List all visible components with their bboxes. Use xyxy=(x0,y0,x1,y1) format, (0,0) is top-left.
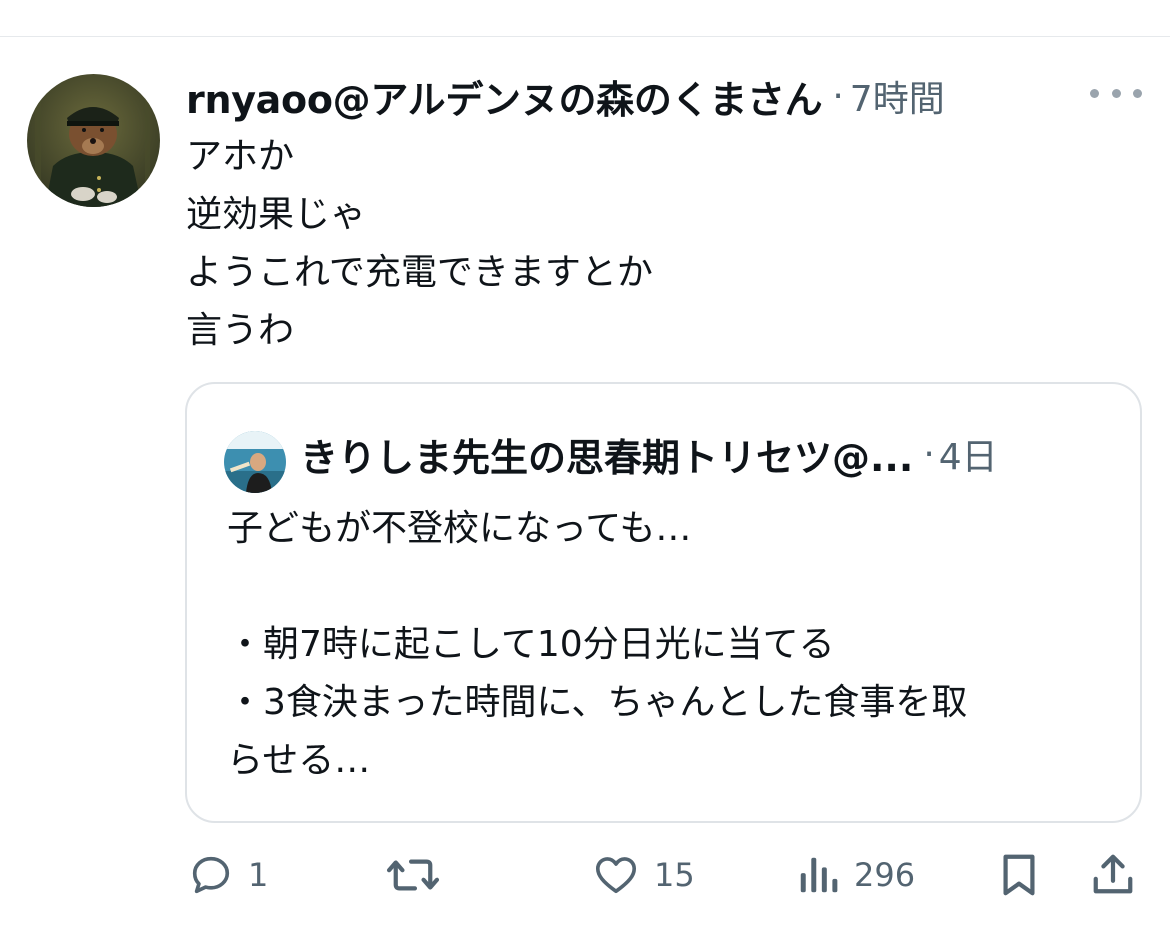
more-horizontal-icon[interactable] xyxy=(1090,78,1142,108)
tweet-action-bar: 1 15 296 xyxy=(0,845,1170,905)
quoted-header-separator: · xyxy=(923,433,935,475)
quoted-line: ・3食決まった時間に、ちゃんとした食事を取 xyxy=(227,682,968,723)
tweet-line: ようこれで充電できますとか xyxy=(186,252,653,293)
quoted-tweet-timestamp[interactable]: 4日 xyxy=(939,428,998,480)
bookmark-button[interactable] xyxy=(998,845,1040,905)
like-count: 15 xyxy=(654,856,695,894)
tweet-line: 逆効果じゃ xyxy=(186,194,367,235)
views-count: 296 xyxy=(854,856,916,894)
tweet-text: アホか 逆効果じゃ ようこれで充電できますとか 言うわ xyxy=(186,128,1126,360)
share-button[interactable] xyxy=(1090,845,1136,905)
quoted-author-avatar[interactable] xyxy=(224,431,286,493)
reply-button[interactable]: 1 xyxy=(188,845,268,905)
top-divider xyxy=(0,36,1170,37)
like-button[interactable]: 15 xyxy=(592,845,695,905)
author-display-name[interactable]: rnyaoo@アルデンヌの森のくまさん xyxy=(186,69,823,124)
quoted-line: らせる… xyxy=(227,740,371,781)
views-button[interactable]: 296 xyxy=(796,845,915,905)
reply-icon xyxy=(192,856,230,894)
quoted-author-display-name[interactable]: きりしま先生の思春期トリセツ@... xyxy=(300,427,913,482)
share-icon xyxy=(1093,854,1133,894)
tweet-header: rnyaoo@アルデンヌの森のくまさん · 7時間 xyxy=(186,66,1146,126)
quoted-line: ・朝7時に起こして10分日光に当てる xyxy=(227,624,835,665)
tweet-timestamp[interactable]: 7時間 xyxy=(850,70,945,122)
quoted-tweet-text: 子どもが不登校になっても… ・朝7時に起こして10分日光に当てる ・3食決まった… xyxy=(227,500,1127,790)
header-separator: · xyxy=(832,75,844,117)
author-avatar[interactable] xyxy=(27,74,160,207)
views-chart-icon xyxy=(800,857,838,893)
tweet-line: 言うわ xyxy=(186,310,295,351)
retweet-button[interactable] xyxy=(386,845,454,905)
quoted-line: 子どもが不登校になっても… xyxy=(227,508,692,549)
bookmark-icon xyxy=(1003,854,1035,896)
retweet-icon xyxy=(386,859,440,891)
quoted-tweet-card[interactable]: きりしま先生の思春期トリセツ@... · 4日 子どもが不登校になっても… ・朝… xyxy=(185,382,1142,823)
quoted-line-blank xyxy=(227,558,1127,616)
heart-icon xyxy=(595,857,637,894)
reply-count: 1 xyxy=(248,856,269,894)
tweet-line: アホか xyxy=(186,136,295,177)
quoted-tweet-header: きりしま先生の思春期トリセツ@... · 4日 xyxy=(300,426,998,482)
